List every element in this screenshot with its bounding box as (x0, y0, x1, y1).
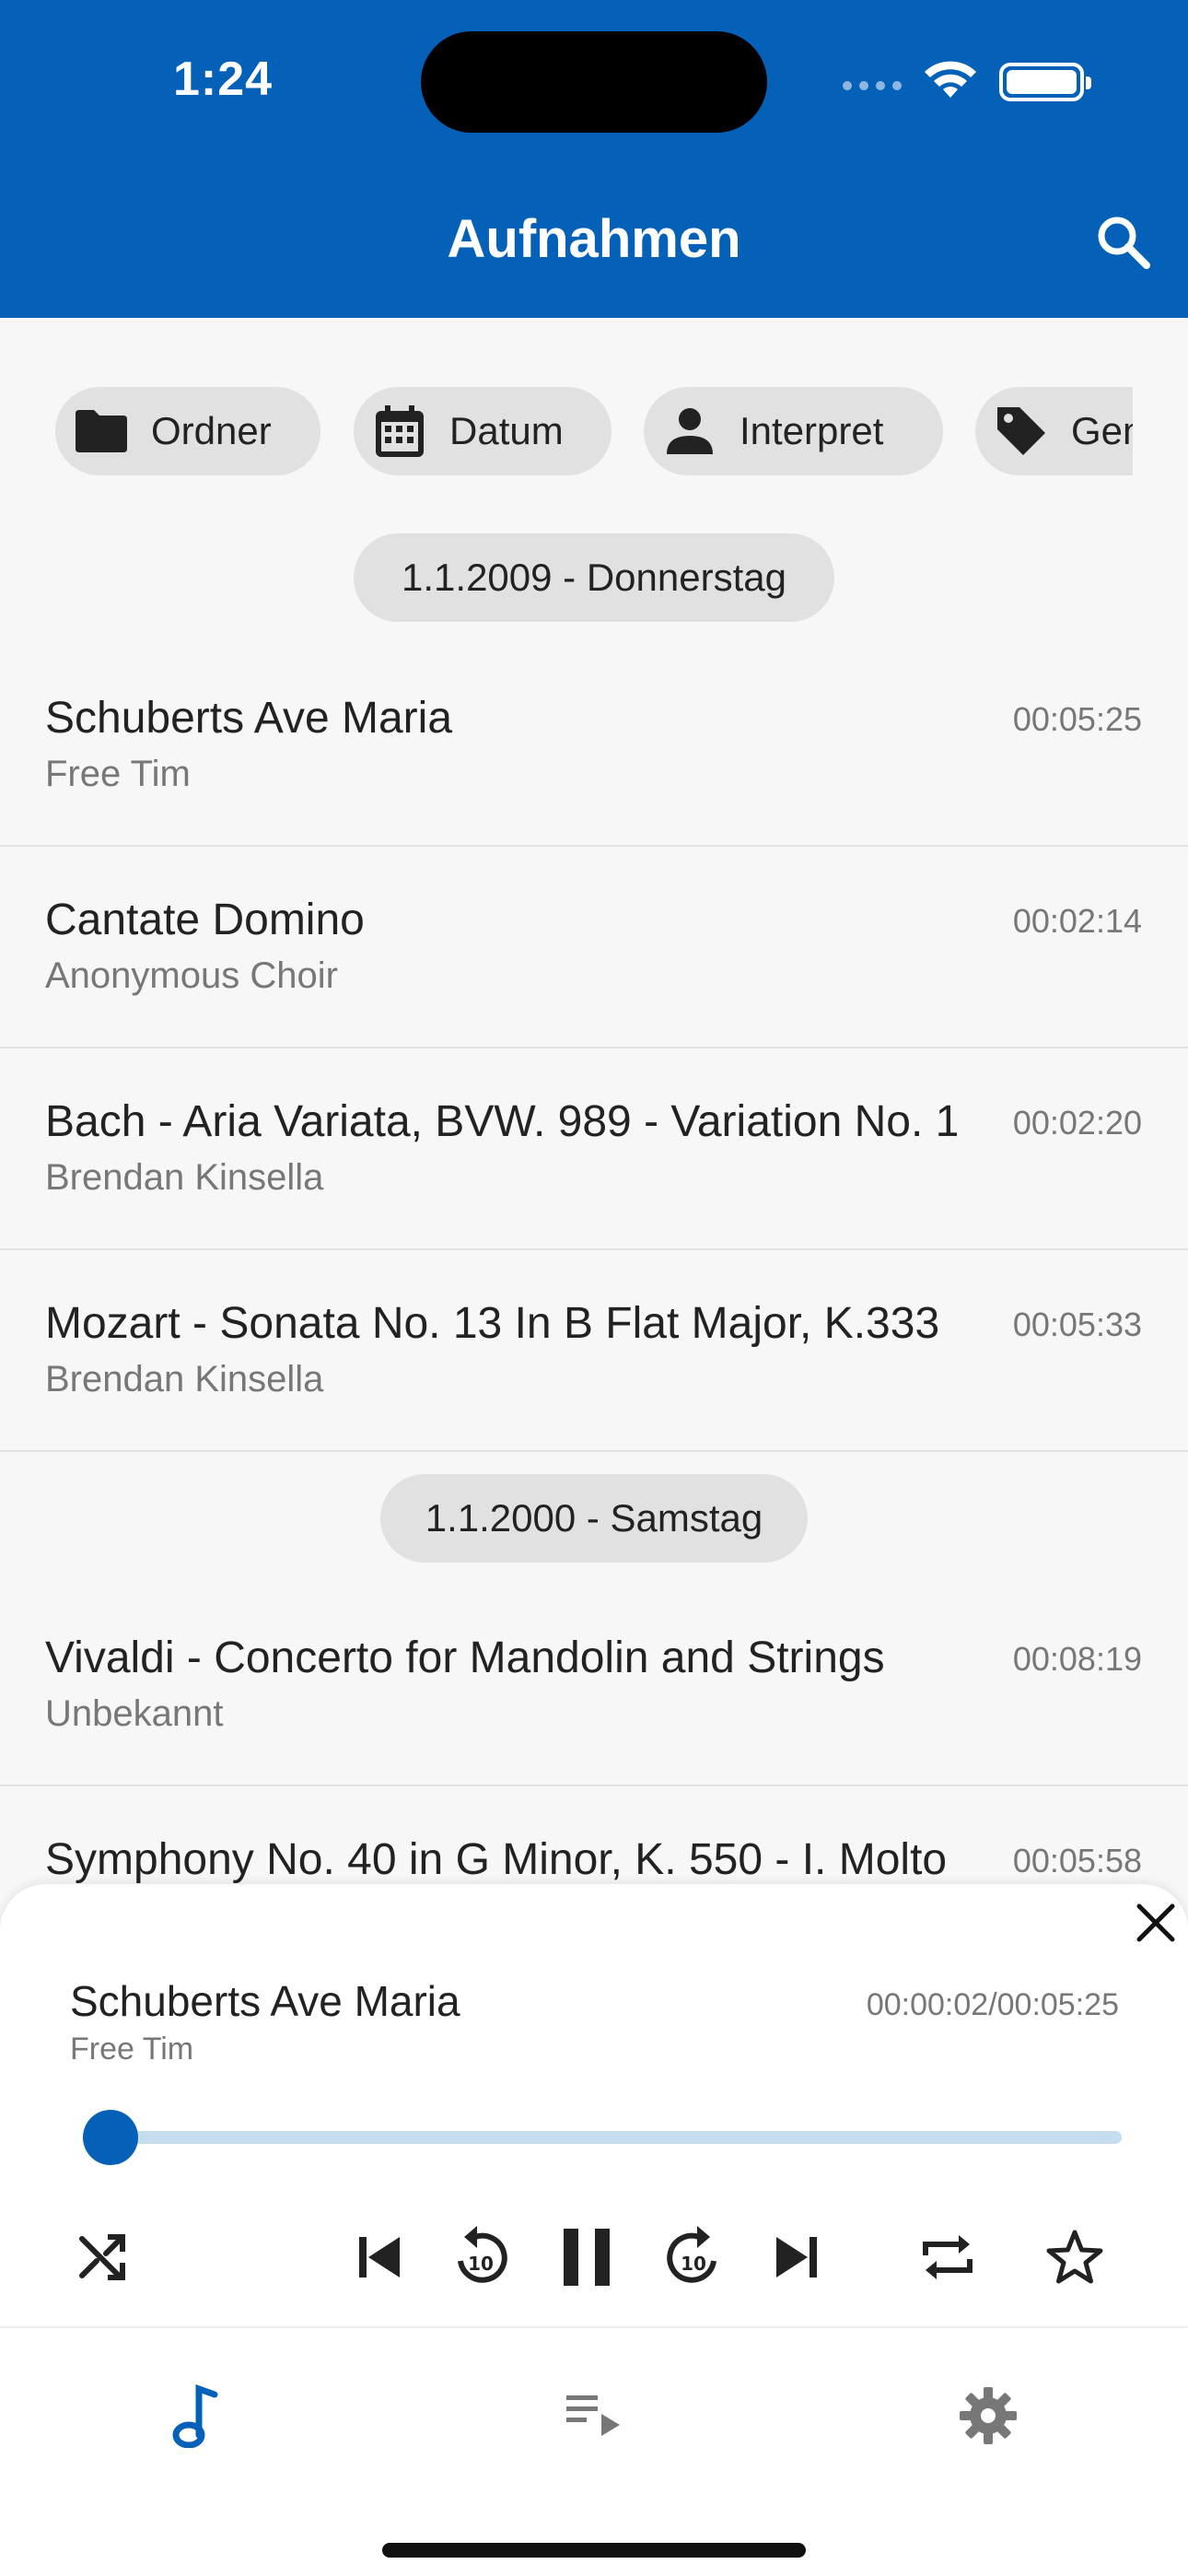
nav-playlist[interactable] (543, 2365, 645, 2466)
cellular-signal-icon (843, 81, 902, 90)
chip-ordner[interactable]: Ordner (55, 387, 320, 475)
track-duration: 00:05:25 (1012, 700, 1142, 738)
battery-icon (999, 63, 1091, 101)
track-artist: Unbekannt (45, 1693, 224, 1734)
tag-icon (992, 402, 1051, 461)
filter-chips: Ordner Datum Interpret Genre (0, 387, 1133, 475)
skip-previous-icon (359, 2237, 400, 2277)
player-track-artist: Free Tim (70, 2032, 194, 2067)
player-panel: Schuberts Ave Maria Free Tim 00:00:02/00… (0, 1884, 1188, 2326)
playlist-icon (566, 2395, 620, 2436)
chip-datum[interactable]: Datum (354, 387, 611, 475)
favorite-button[interactable] (1033, 2216, 1116, 2299)
shuffle-icon (79, 2234, 125, 2280)
list-item[interactable]: Cantate Domino Anonymous Choir 00:02:14 (0, 847, 1188, 1048)
search-icon[interactable] (1091, 210, 1156, 275)
bottom-navigation (0, 2326, 1188, 2576)
wifi-icon (925, 61, 976, 98)
track-title: Bach - Aria Variata, BVW. 989 - Variatio… (45, 1097, 957, 1146)
track-title: Cantate Domino (45, 896, 365, 944)
pause-icon (564, 2229, 610, 2286)
list-item[interactable]: Schuberts Ave Maria Free Tim 00:05:25 (0, 645, 1188, 847)
star-icon (1046, 2230, 1103, 2284)
replay-10-icon: 10 (458, 2226, 507, 2283)
track-duration: 00:05:33 (1012, 1306, 1142, 1343)
chip-genre[interactable]: Genre (975, 387, 1133, 475)
track-title: Symphony No. 40 in G Minor, K. 550 - I. … (45, 1835, 957, 1884)
svg-text:10: 10 (468, 2253, 494, 2275)
repeat-icon (923, 2235, 973, 2279)
list-item[interactable]: Mozart - Sonata No. 13 In B Flat Major, … (0, 1250, 1188, 1452)
previous-button[interactable] (338, 2216, 421, 2299)
person-icon (660, 402, 719, 461)
progress-slider[interactable] (109, 2131, 1122, 2144)
track-artist: Brendan Kinsella (45, 1157, 324, 1198)
calendar-icon (370, 402, 429, 461)
progress-thumb[interactable] (83, 2110, 138, 2165)
track-artist: Brendan Kinsella (45, 1359, 324, 1399)
close-icon[interactable] (1128, 1895, 1183, 1950)
track-title: Schuberts Ave Maria (45, 694, 453, 743)
folder-icon (72, 402, 131, 461)
page-title: Aufnahmen (447, 209, 741, 269)
rewind-10-button[interactable]: 10 (439, 2216, 522, 2299)
repeat-button[interactable] (906, 2216, 989, 2299)
chip-label: Ordner (151, 409, 272, 452)
track-title: Mozart - Sonata No. 13 In B Flat Major, … (45, 1299, 940, 1348)
track-title: Vivaldi - Concerto for Mandolin and Stri… (45, 1633, 885, 1682)
nav-recordings[interactable] (147, 2365, 249, 2466)
next-button[interactable] (755, 2216, 838, 2299)
track-artist: Anonymous Choir (45, 955, 338, 996)
status-time: 1:24 (173, 53, 274, 106)
chip-label: Datum (449, 409, 564, 452)
track-duration: 00:02:20 (1012, 1104, 1142, 1142)
list-item[interactable]: Bach - Aria Variata, BVW. 989 - Variatio… (0, 1048, 1188, 1250)
date-header: 1.1.2000 - Samstag (380, 1474, 808, 1563)
app-bar: 1:24 Aufnahmen (0, 0, 1188, 318)
track-duration: 00:05:58 (1012, 1842, 1142, 1879)
player-time: 00:00:02/00:05:25 (866, 1987, 1119, 2022)
list-item[interactable]: Vivaldi - Concerto for Mandolin and Stri… (0, 1585, 1188, 1786)
forward-10-button[interactable]: 10 (652, 2216, 735, 2299)
chip-label: Interpret (740, 409, 884, 452)
skip-next-icon (776, 2237, 817, 2277)
player-track-title: Schuberts Ave Maria (70, 1977, 460, 2025)
track-artist: Free Tim (45, 754, 191, 794)
gear-icon (960, 2387, 1017, 2444)
forward-10-icon: 10 (667, 2226, 716, 2283)
chip-label: Genre (1071, 409, 1133, 452)
pause-button[interactable] (545, 2216, 628, 2299)
home-indicator (382, 2543, 806, 2558)
nav-settings[interactable] (938, 2365, 1039, 2466)
dynamic-island (421, 31, 767, 133)
svg-text:10: 10 (681, 2253, 706, 2275)
track-duration: 00:02:14 (1012, 902, 1142, 940)
music-note-icon (172, 2384, 218, 2448)
track-duration: 00:08:19 (1012, 1640, 1142, 1678)
chip-interpret[interactable]: Interpret (644, 387, 943, 475)
shuffle-button[interactable] (61, 2216, 144, 2299)
date-header: 1.1.2009 - Donnerstag (354, 533, 834, 622)
